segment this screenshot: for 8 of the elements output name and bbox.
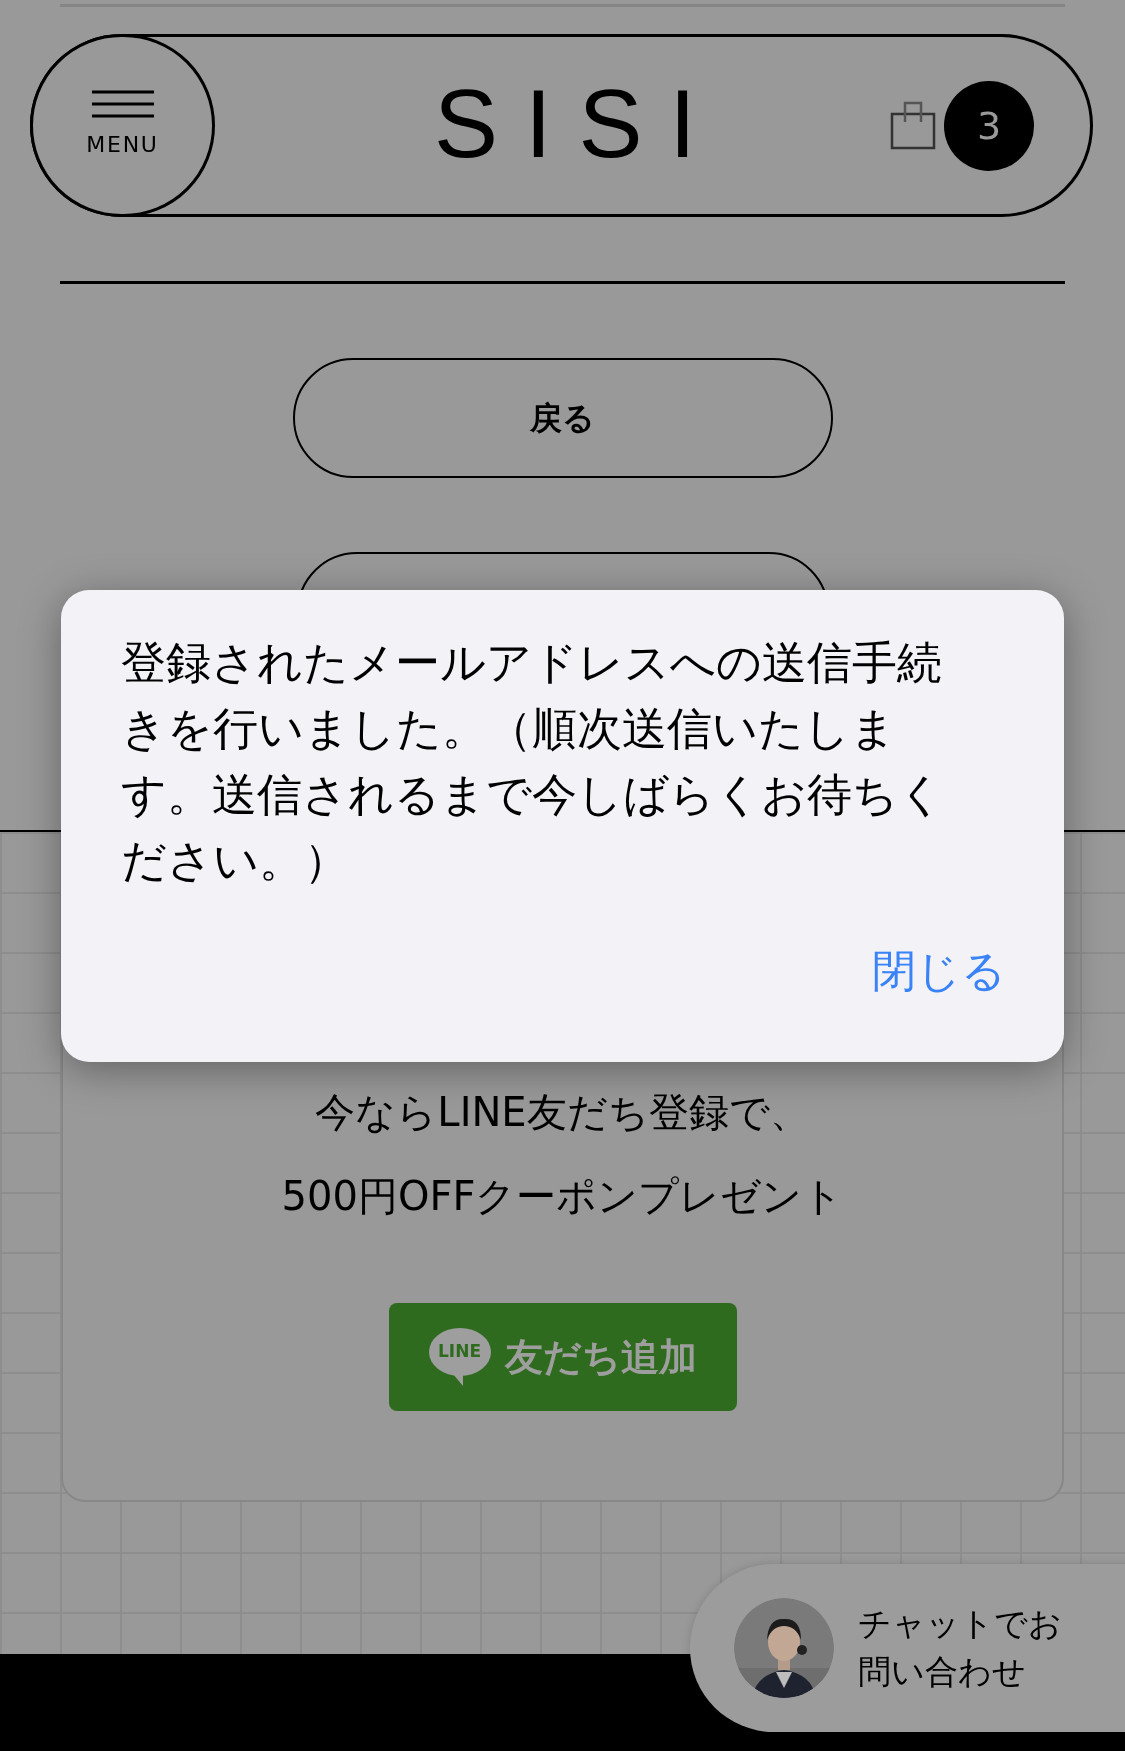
dialog-message: 登録されたメールアドレスへの送信手続きを行いました。（順次送信いたします。送信されるまで今しばらくお待ちください。） <box>121 635 945 889</box>
logo[interactable]: SISI <box>405 64 725 184</box>
promo-text: 今ならLINE友だち登録で、 <box>315 1089 810 1135</box>
back-button[interactable]: 戻る <box>292 358 833 478</box>
chat-button[interactable]: チャットでお問い合わせ <box>690 1564 1125 1732</box>
promo-text: 500円OFFクーポンプレゼント <box>281 1173 844 1219</box>
menu-icon <box>89 90 156 118</box>
shopping-bag-icon[interactable] <box>890 100 936 150</box>
